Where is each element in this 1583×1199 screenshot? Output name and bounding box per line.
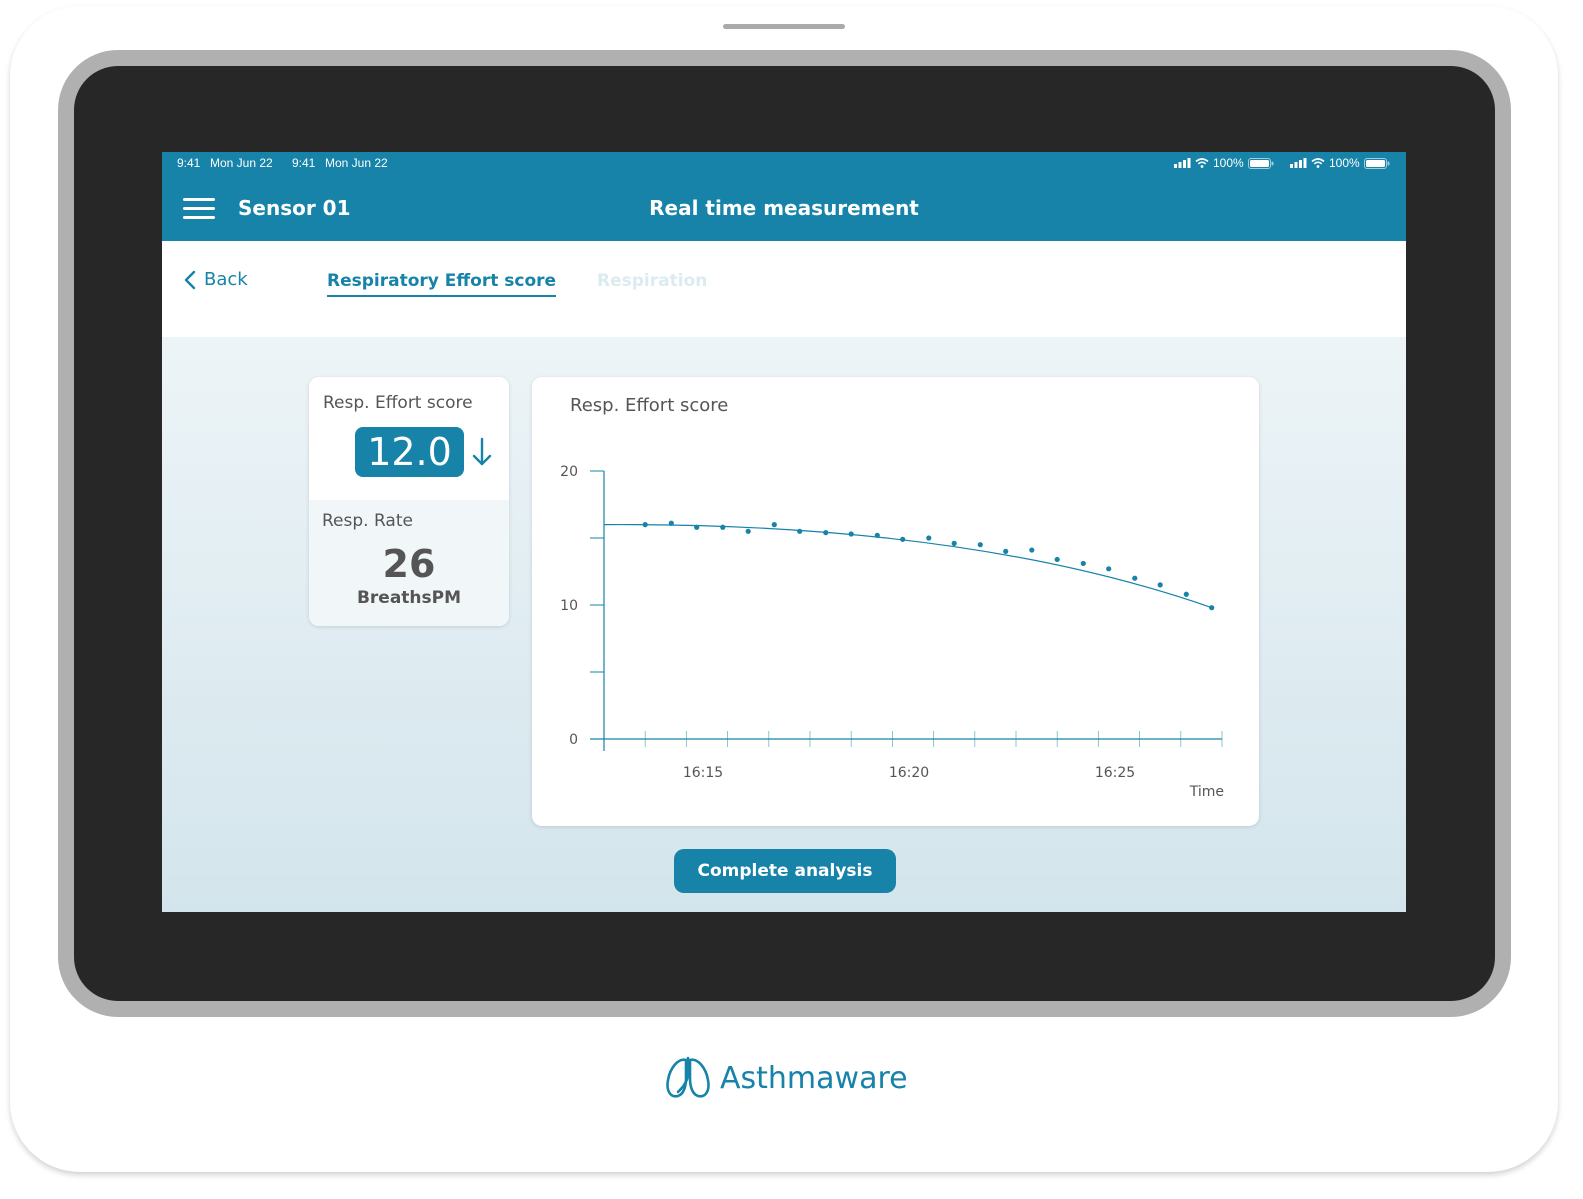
app-header: 9:41 Mon Jun 22 9:41 Mon Jun 22 100% 100… [162, 152, 1406, 241]
data-point [874, 532, 880, 538]
data-point [1157, 582, 1163, 588]
chevron-left-icon [184, 270, 196, 289]
x-tick-label: 16:15 [683, 765, 723, 781]
complete-analysis-button[interactable]: Complete analysis [674, 849, 896, 893]
wifi-icon [1311, 158, 1325, 168]
status-date: Mon Jun 22 [210, 156, 273, 170]
data-point [720, 524, 726, 530]
data-point [977, 542, 983, 548]
tab-respiration[interactable]: Respiration [597, 271, 707, 291]
data-point [1132, 575, 1138, 581]
y-tick-label: 20 [560, 464, 578, 480]
data-point [1209, 605, 1215, 611]
signal-icon [1174, 158, 1191, 168]
x-tick-label: 16:25 [1095, 765, 1135, 781]
x-axis-label: Time [1189, 784, 1224, 800]
status-indicators: 100% [1290, 156, 1390, 170]
resp-rate-value: 26 [382, 542, 436, 586]
effort-score-label: Resp. Effort score [323, 393, 473, 413]
data-point [694, 524, 700, 530]
lungs-logo-icon [666, 1056, 710, 1098]
arrow-down-icon [472, 437, 492, 466]
status-time: 9:41 [177, 156, 201, 170]
data-point [823, 530, 829, 536]
resp-rate-unit: BreathsPM [356, 588, 462, 608]
resp-rate-label: Resp. Rate [322, 511, 413, 531]
x-tick-label: 16:20 [889, 765, 929, 781]
data-point [745, 528, 751, 534]
data-point [668, 520, 674, 526]
page-title: Real time measurement [649, 196, 919, 220]
tablet-screen: 9:41 Mon Jun 22 9:41 Mon Jun 22 100% 100… [162, 152, 1406, 912]
signal-icon [1290, 158, 1307, 168]
grab-handle[interactable] [723, 24, 845, 29]
battery-percent: 100% [1329, 156, 1360, 170]
status-date: Mon Jun 22 [325, 156, 388, 170]
data-point [1003, 548, 1009, 554]
effort-score-value: 12.0 [355, 427, 464, 477]
data-point [1106, 566, 1112, 572]
data-point [900, 536, 906, 542]
data-point [642, 522, 648, 528]
tab-bar: Back Respiratory Effort score Respiratio… [162, 241, 1406, 337]
status-time: 9:41 [292, 156, 316, 170]
data-point [797, 528, 803, 534]
brand: Asthmaware [664, 1056, 908, 1100]
data-point [1183, 591, 1189, 597]
battery-icon [1247, 157, 1274, 169]
back-label: Back [204, 269, 248, 290]
brand-name: Asthmaware [720, 1060, 908, 1096]
y-tick-label: 0 [569, 732, 578, 748]
battery-percent: 100% [1213, 156, 1244, 170]
back-button[interactable]: Back [184, 269, 248, 290]
data-point [926, 535, 932, 541]
data-point [771, 522, 777, 528]
tab-respiratory-effort-score[interactable]: Respiratory Effort score [327, 271, 557, 297]
chart-card: Resp. Effort score 0 10 20 16:15 16:20 16:25 T… [532, 377, 1259, 826]
data-point [1029, 547, 1035, 553]
data-point [951, 540, 957, 546]
data-point [1080, 560, 1086, 567]
stats-card: Resp. Effort score 12.0 Resp. Rate 26 Br… [309, 377, 509, 626]
effort-score-panel: Resp. Effort score 12.0 [309, 377, 509, 500]
main-content: Resp. Effort score 12.0 Resp. Rate 26 Br… [162, 337, 1406, 912]
battery-icon [1363, 157, 1390, 169]
y-tick-label: 10 [560, 598, 578, 614]
effort-score-chart: 0 10 20 16:15 16:20 16:25 Time [560, 464, 1224, 800]
data-point [1054, 556, 1060, 563]
status-indicators: 100% [1174, 156, 1274, 170]
wifi-icon [1195, 158, 1209, 168]
resp-rate-panel: Resp. Rate 26 BreathsPM [309, 500, 509, 626]
trend-line [603, 523, 1212, 609]
data-point [848, 531, 854, 537]
